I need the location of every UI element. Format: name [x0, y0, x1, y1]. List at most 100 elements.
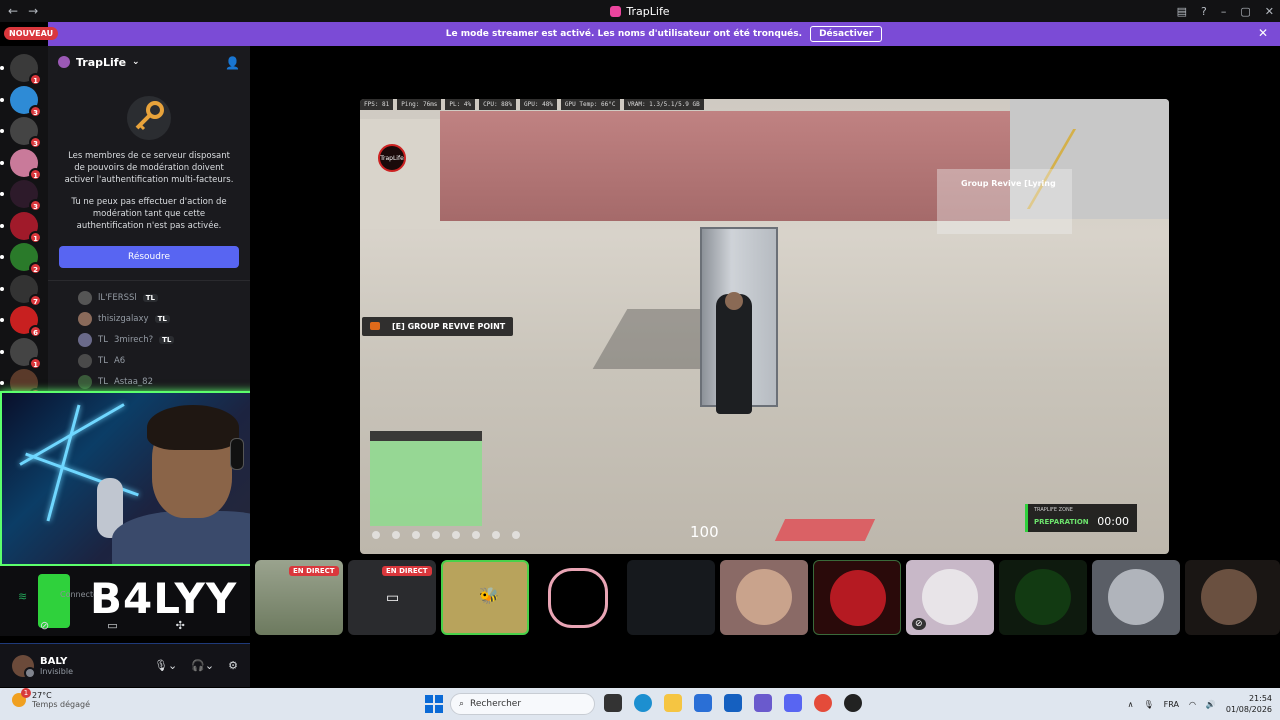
- resolve-button[interactable]: Résoudre: [59, 246, 239, 268]
- camera-off-icon[interactable]: ⊘: [40, 619, 49, 632]
- close-banner-icon[interactable]: ✕: [1258, 26, 1268, 40]
- edge-icon[interactable]: [634, 694, 652, 712]
- server-icon[interactable]: 6: [10, 306, 42, 338]
- zone-panel: TRAPLIFE ZONE PREPARATION 00:00: [1025, 504, 1137, 532]
- avatar: 🐝: [479, 586, 499, 605]
- mention-count-badge: 6: [29, 325, 42, 338]
- voice-username: A6: [113, 355, 126, 366]
- minimize-icon[interactable]: –: [1221, 5, 1227, 18]
- file-explorer-icon[interactable]: [664, 694, 682, 712]
- task-view-icon[interactable]: [604, 694, 622, 712]
- sun-icon: 1: [12, 688, 31, 707]
- help-icon[interactable]: ?: [1201, 5, 1207, 18]
- participant-tile[interactable]: EN DIRECT ▭: [348, 560, 436, 635]
- server-icon[interactable]: 3: [10, 117, 42, 149]
- wifi-icon[interactable]: ◠: [1189, 700, 1196, 709]
- participant-tile[interactable]: [1092, 560, 1180, 635]
- participant-tile[interactable]: [813, 560, 901, 635]
- microphone-icon[interactable]: 🎙⌄: [154, 659, 177, 672]
- unread-pill: [0, 286, 4, 291]
- participant-tile[interactable]: ⊘: [906, 560, 994, 635]
- store-icon[interactable]: [694, 694, 712, 712]
- taskbar-search[interactable]: ⌕ Rechercher: [450, 693, 595, 715]
- signal-icon: ≋: [18, 590, 28, 603]
- invite-people-icon[interactable]: 👤: [225, 56, 240, 70]
- server-header[interactable]: TrapLife ⌄ 👤: [48, 46, 250, 78]
- maximize-icon[interactable]: ▢: [1240, 5, 1250, 18]
- voice-user[interactable]: thisizgalaxy TL: [48, 308, 250, 329]
- speaker-icon[interactable]: 🔊: [1206, 700, 1216, 709]
- mention-count-badge: 7: [29, 293, 42, 307]
- live-badge: EN DIRECT: [382, 566, 432, 576]
- outlook-icon[interactable]: [724, 694, 742, 712]
- participant-tile[interactable]: EN DIRECT: [255, 560, 343, 635]
- hud-stat: PL: 4%: [445, 99, 476, 110]
- zone-status: PREPARATION: [1034, 518, 1089, 526]
- headset-image: [230, 438, 244, 470]
- activity-icon[interactable]: ✣: [176, 619, 185, 632]
- user-tag: TL: [142, 293, 159, 302]
- voice-user[interactable]: TL 3mirech? TL: [48, 329, 250, 350]
- unread-pill: [0, 349, 4, 354]
- chrome-icon[interactable]: [814, 694, 832, 712]
- participant-tile[interactable]: [534, 560, 622, 635]
- server-icon: [58, 56, 70, 68]
- avatar: [78, 332, 92, 347]
- forward-arrow-icon[interactable]: →: [28, 4, 38, 18]
- close-window-icon[interactable]: ✕: [1265, 5, 1274, 18]
- avatar[interactable]: [12, 654, 36, 679]
- server-icon[interactable]: 1: [10, 54, 42, 86]
- participant-tile[interactable]: [627, 560, 715, 635]
- search-placeholder: Rechercher: [470, 699, 522, 709]
- game-stream-view[interactable]: FPS: 81 Ping: 76ms PL: 4% CPU: 88% GPU: 48% G…: [360, 99, 1169, 554]
- unread-pill: [0, 66, 4, 70]
- title-bar: ← → TrapLife ▤ ? – ▢ ✕: [0, 0, 1280, 22]
- avatar: [1201, 569, 1257, 625]
- start-button-icon[interactable]: [425, 695, 443, 713]
- weather-widget[interactable]: 1 27°C Temps dégagé: [12, 688, 90, 709]
- headphones-icon[interactable]: 🎧⌄: [191, 659, 214, 672]
- language-indicator[interactable]: FRA: [1164, 700, 1179, 709]
- voice-user[interactable]: lL'FERSSl TL: [48, 287, 250, 308]
- server-icon[interactable]: 3: [10, 85, 42, 118]
- inbox-icon[interactable]: ▤: [1177, 5, 1187, 18]
- discord-icon[interactable]: [784, 694, 802, 712]
- voice-username: lL'FERSSl: [98, 292, 137, 303]
- server-icon[interactable]: 3: [10, 180, 42, 212]
- participant-tile[interactable]: [999, 560, 1087, 635]
- server-icon[interactable]: 7: [10, 274, 42, 307]
- group-revive-panel: Group Revive [Lyring: [937, 169, 1072, 234]
- participant-tile[interactable]: 🐝: [441, 560, 529, 635]
- voice-username: 3mirech?: [113, 334, 154, 345]
- server-icon[interactable]: 1: [10, 337, 42, 370]
- mention-count-badge: 3: [29, 136, 42, 149]
- server-icon[interactable]: 1: [10, 211, 42, 244]
- unread-pill: [0, 129, 4, 133]
- mic-tray-icon[interactable]: 🎙: [1143, 700, 1153, 709]
- screen-share-icon[interactable]: ▭: [107, 619, 117, 632]
- participant-tile[interactable]: [720, 560, 808, 635]
- obs-icon[interactable]: [844, 694, 862, 712]
- server-icon[interactable]: 2: [10, 243, 42, 275]
- unread-pill: [0, 318, 4, 322]
- disable-streamer-button[interactable]: Désactiver: [810, 26, 883, 42]
- live-badge: EN DIRECT: [289, 566, 339, 576]
- settings-gear-icon[interactable]: ⚙: [228, 659, 238, 672]
- group-revive-prompt: [E] GROUP REVIVE POINT: [362, 317, 514, 336]
- clock[interactable]: 21:54 01/08/2026: [1226, 693, 1272, 715]
- minimap: [370, 431, 482, 526]
- avatar: [78, 290, 92, 305]
- voice-user[interactable]: TL Astaa_82: [48, 371, 250, 392]
- chevron-up-icon[interactable]: ∧: [1128, 700, 1134, 709]
- teams-icon[interactable]: [754, 694, 772, 712]
- back-arrow-icon[interactable]: ←: [8, 4, 18, 18]
- new-badge[interactable]: NOUVEAU: [4, 27, 59, 40]
- voice-user[interactable]: TL A6: [48, 350, 250, 371]
- user-prefix: TL: [98, 334, 108, 345]
- server-icon[interactable]: 1: [10, 148, 42, 181]
- mention-count-badge: 2: [29, 262, 42, 275]
- voice-username: thisizgalaxy: [98, 313, 149, 324]
- participant-tile[interactable]: [1185, 560, 1280, 635]
- unread-pill: [0, 160, 4, 165]
- username: BALY: [40, 655, 68, 667]
